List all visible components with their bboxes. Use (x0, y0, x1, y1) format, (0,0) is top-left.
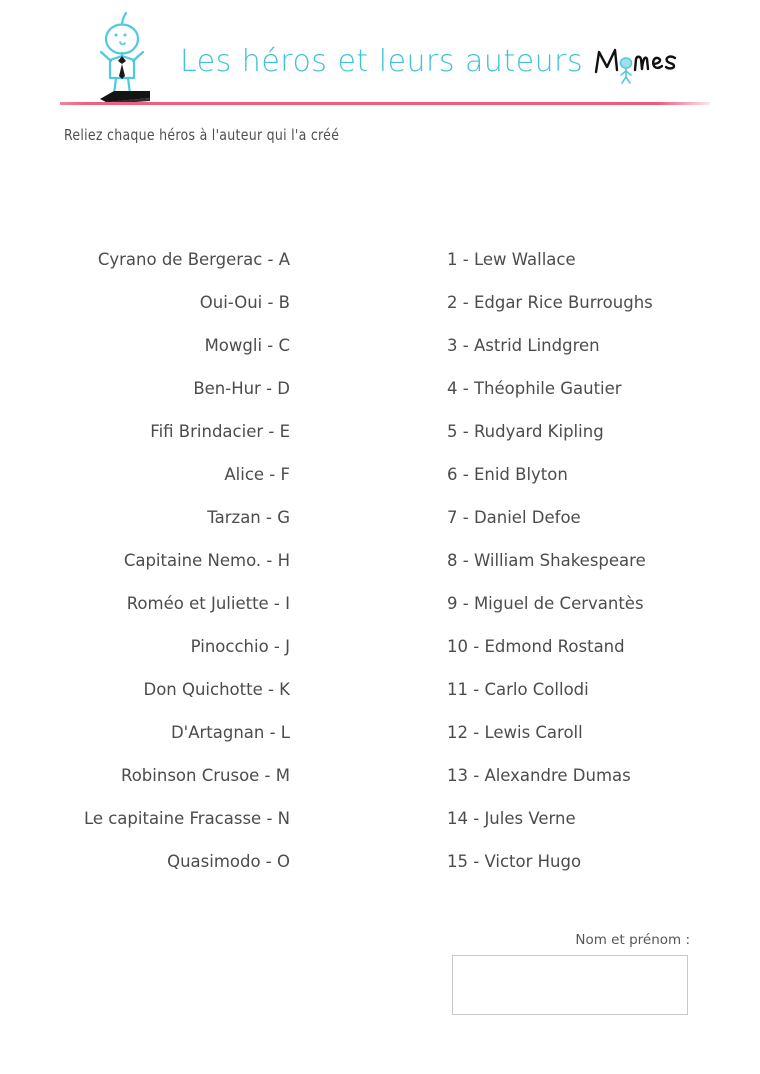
momes-brand-logo[interactable] (592, 42, 692, 94)
author-item[interactable]: 8 - William Shakespeare (447, 539, 737, 582)
author-item[interactable]: 14 - Jules Verne (447, 797, 737, 840)
author-item[interactable]: 2 - Edgar Rice Burroughs (447, 281, 737, 324)
hero-item[interactable]: Quasimodo - O (40, 840, 290, 883)
author-item[interactable]: 5 - Rudyard Kipling (447, 410, 737, 453)
author-item[interactable]: 6 - Enid Blyton (447, 453, 737, 496)
hero-item[interactable]: Don Quichotte - K (40, 668, 290, 711)
hero-item[interactable]: Le capitaine Fracasse - N (40, 797, 290, 840)
author-item[interactable]: 11 - Carlo Collodi (447, 668, 737, 711)
author-item[interactable]: 13 - Alexandre Dumas (447, 754, 737, 797)
name-input[interactable] (452, 955, 688, 1015)
author-item[interactable]: 1 - Lew Wallace (447, 238, 737, 281)
hero-item[interactable]: Cyrano de Bergerac - A (40, 238, 290, 281)
authors-column: 1 - Lew Wallace 2 - Edgar Rice Burroughs… (447, 238, 737, 883)
hero-item[interactable]: Alice - F (40, 453, 290, 496)
author-item[interactable]: 7 - Daniel Defoe (447, 496, 737, 539)
worksheet-header: Les héros et leurs auteurs (0, 0, 760, 108)
author-item[interactable]: 12 - Lewis Caroll (447, 711, 737, 754)
hero-item[interactable]: Capitaine Nemo. - H (40, 539, 290, 582)
hero-item[interactable]: Robinson Crusoe - M (40, 754, 290, 797)
author-item[interactable]: 10 - Edmond Rostand (447, 625, 737, 668)
instruction-text: Reliez chaque héros à l'auteur qui l'a c… (64, 126, 340, 144)
page-title: Les héros et leurs auteurs (180, 44, 584, 79)
name-field-label: Nom et prénom : (575, 932, 690, 948)
header-divider (60, 102, 710, 105)
hero-item[interactable]: Tarzan - G (40, 496, 290, 539)
heroes-column: Cyrano de Bergerac - A Oui-Oui - B Mowgl… (40, 238, 290, 883)
author-item[interactable]: 3 - Astrid Lindgren (447, 324, 737, 367)
hero-item[interactable]: Ben-Hur - D (40, 367, 290, 410)
stick-figure-on-book-icon (92, 11, 170, 104)
hero-item[interactable]: Roméo et Juliette - I (40, 582, 290, 625)
hero-item[interactable]: D'Artagnan - L (40, 711, 290, 754)
author-item[interactable]: 15 - Victor Hugo (447, 840, 737, 883)
hero-item[interactable]: Fifi Brindacier - E (40, 410, 290, 453)
author-item[interactable]: 9 - Miguel de Cervantès (447, 582, 737, 625)
hero-item[interactable]: Oui-Oui - B (40, 281, 290, 324)
name-field-block: Nom et prénom : (452, 932, 692, 1015)
hero-item[interactable]: Mowgli - C (40, 324, 290, 367)
hero-item[interactable]: Pinocchio - J (40, 625, 290, 668)
author-item[interactable]: 4 - Théophile Gautier (447, 367, 737, 410)
